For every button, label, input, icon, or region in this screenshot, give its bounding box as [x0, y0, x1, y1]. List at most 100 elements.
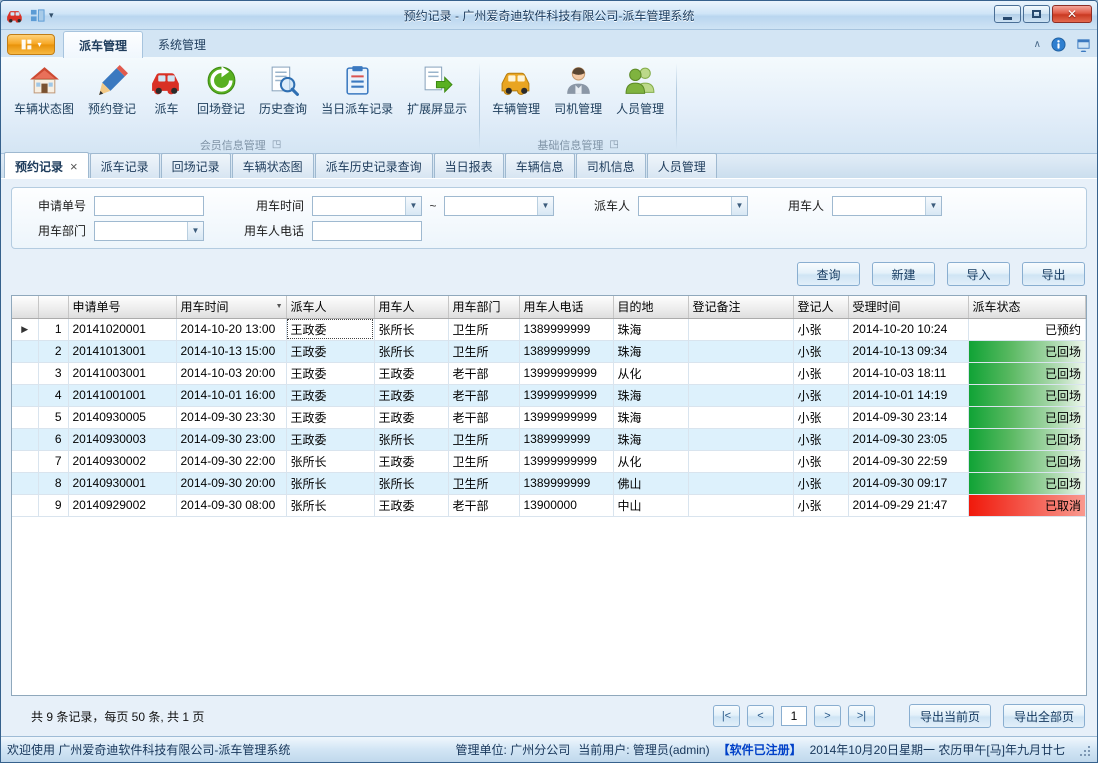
close-button[interactable]: ✕ [1052, 5, 1092, 23]
cell-accept_time[interactable]: 2014-09-30 23:14 [848, 406, 968, 428]
table-row-2[interactable]: 2201410130012014-10-13 15:00王政委张所长卫生所138… [12, 340, 1086, 362]
quick-access-layout-icon[interactable] [30, 8, 45, 23]
cell-user[interactable]: 王政委 [374, 406, 448, 428]
dept-combo[interactable]: ▼ [94, 221, 204, 241]
cell-dispatcher[interactable]: 王政委 [286, 362, 374, 384]
cell-phone[interactable]: 13999999999 [519, 450, 613, 472]
cell-use_time[interactable]: 2014-09-30 08:00 [176, 494, 286, 516]
cell-registrar[interactable]: 小张 [793, 340, 848, 362]
info-icon[interactable] [1051, 37, 1066, 52]
cell-status[interactable]: 已回场 [968, 406, 1086, 428]
dropdown-icon[interactable]: ▼ [187, 222, 203, 240]
column-header-10[interactable]: 派车状态 [968, 296, 1086, 318]
cell-phone[interactable]: 13999999999 [519, 406, 613, 428]
cell-phone[interactable]: 13900000 [519, 494, 613, 516]
cell-request_no[interactable]: 20140930001 [68, 472, 176, 494]
table-row-9[interactable]: 9201409290022014-09-30 08:00张所长王政委老干部139… [12, 494, 1086, 516]
ribbon-tab-system-management[interactable]: 系统管理 [143, 31, 221, 57]
cell-destination[interactable]: 珠海 [613, 406, 688, 428]
cell-user[interactable]: 张所长 [374, 428, 448, 450]
cell-dispatcher[interactable]: 张所长 [286, 450, 374, 472]
cell-accept_time[interactable]: 2014-09-30 09:17 [848, 472, 968, 494]
cell-request_no[interactable]: 20141001001 [68, 384, 176, 406]
ribbon-tab-dispatch-management[interactable]: 派车管理 [63, 31, 143, 58]
cell-status[interactable]: 已回场 [968, 362, 1086, 384]
cell-destination[interactable]: 中山 [613, 494, 688, 516]
cell-destination[interactable]: 从化 [613, 362, 688, 384]
cell-dept[interactable]: 卫生所 [448, 450, 519, 472]
ribbon-button-people-manage[interactable]: 人员管理 [609, 62, 671, 119]
cell-accept_time[interactable]: 2014-10-13 09:34 [848, 340, 968, 362]
cell-user[interactable]: 王政委 [374, 494, 448, 516]
cell-registrar[interactable]: 小张 [793, 472, 848, 494]
document-tab-4[interactable]: 派车历史记录查询 [315, 153, 433, 178]
use-time-to-combo[interactable]: ▼ [444, 196, 554, 216]
cell-user[interactable]: 王政委 [374, 362, 448, 384]
cell-destination[interactable]: 珠海 [613, 340, 688, 362]
dialog-launcher-icon[interactable]: ◳ [609, 139, 618, 150]
dialog-launcher-icon[interactable]: ◳ [272, 139, 281, 150]
minimize-button[interactable] [994, 5, 1021, 23]
cell-registrar[interactable]: 小张 [793, 406, 848, 428]
cell-accept_time[interactable]: 2014-09-29 21:47 [848, 494, 968, 516]
table-row-6[interactable]: 6201409300032014-09-30 23:00王政委张所长卫生所138… [12, 428, 1086, 450]
last-page-button[interactable]: >| [848, 705, 875, 727]
table-row-4[interactable]: 4201410010012014-10-01 16:00王政委王政委老干部139… [12, 384, 1086, 406]
dispatcher-combo[interactable]: ▼ [638, 196, 748, 216]
ribbon-button-dispatch-car[interactable]: 派车 [143, 62, 190, 119]
export-all-pages-button[interactable]: 导出全部页 [1003, 704, 1085, 728]
cell-dept[interactable]: 老干部 [448, 406, 519, 428]
cell-use_time[interactable]: 2014-10-13 15:00 [176, 340, 286, 362]
dropdown-icon[interactable]: ▼ [405, 197, 421, 215]
dropdown-icon[interactable]: ▼ [537, 197, 553, 215]
cell-status[interactable]: 已回场 [968, 428, 1086, 450]
dropdown-icon[interactable]: ▼ [925, 197, 941, 215]
cell-user[interactable]: 张所长 [374, 318, 448, 340]
cell-phone[interactable]: 13999999999 [519, 362, 613, 384]
resize-grip[interactable] [1077, 743, 1091, 757]
column-header-4[interactable]: 用车部门 [448, 296, 519, 318]
cell-destination[interactable]: 从化 [613, 450, 688, 472]
column-header-6[interactable]: 目的地 [613, 296, 688, 318]
column-header-2[interactable]: 派车人 [286, 296, 374, 318]
cell-destination[interactable]: 珠海 [613, 384, 688, 406]
application-menu-button[interactable]: ▾ [7, 34, 55, 55]
cell-dispatcher[interactable]: 张所长 [286, 472, 374, 494]
cell-phone[interactable]: 1389999999 [519, 472, 613, 494]
cell-phone[interactable]: 1389999999 [519, 318, 613, 340]
ribbon-button-booking-register[interactable]: 预约登记 [81, 62, 143, 119]
cell-request_no[interactable]: 20141013001 [68, 340, 176, 362]
cell-use_time[interactable]: 2014-09-30 22:00 [176, 450, 286, 472]
cell-use_time[interactable]: 2014-09-30 20:00 [176, 472, 286, 494]
ribbon-button-driver-manage[interactable]: 司机管理 [547, 62, 609, 119]
column-header-7[interactable]: 登记备注 [688, 296, 793, 318]
ribbon-collapse-icon[interactable]: ∧ [1034, 39, 1041, 50]
page-number-input[interactable] [781, 706, 807, 726]
cell-dept[interactable]: 卫生所 [448, 472, 519, 494]
cell-user[interactable]: 张所长 [374, 472, 448, 494]
ribbon-button-history-search[interactable]: 历史查询 [252, 62, 314, 119]
cell-registrar[interactable]: 小张 [793, 450, 848, 472]
query-button[interactable]: 查询 [797, 262, 860, 286]
document-tab-0[interactable]: 预约记录× [4, 152, 89, 178]
prev-page-button[interactable]: < [747, 705, 774, 727]
cell-use_time[interactable]: 2014-09-30 23:00 [176, 428, 286, 450]
cell-request_no[interactable]: 20140929002 [68, 494, 176, 516]
cell-dept[interactable]: 卫生所 [448, 340, 519, 362]
column-header-5[interactable]: 用车人电话 [519, 296, 613, 318]
cell-dispatcher[interactable]: 王政委 [286, 384, 374, 406]
table-row-1[interactable]: ▶1201410200012014-10-20 13:00王政委张所长卫生所13… [12, 318, 1086, 340]
document-tab-6[interactable]: 车辆信息 [505, 153, 575, 178]
export-button[interactable]: 导出 [1022, 262, 1085, 286]
cell-remark[interactable] [688, 318, 793, 340]
external-display-icon[interactable] [1076, 37, 1091, 52]
cell-request_no[interactable]: 20141003001 [68, 362, 176, 384]
cell-use_time[interactable]: 2014-09-30 23:30 [176, 406, 286, 428]
cell-dispatcher[interactable]: 王政委 [286, 340, 374, 362]
cell-request_no[interactable]: 20140930003 [68, 428, 176, 450]
ribbon-button-vehicle-manage[interactable]: 车辆管理 [485, 62, 547, 119]
cell-dept[interactable]: 老干部 [448, 494, 519, 516]
cell-registrar[interactable]: 小张 [793, 318, 848, 340]
document-tab-1[interactable]: 派车记录 [90, 153, 160, 178]
use-time-from-combo[interactable]: ▼ [312, 196, 422, 216]
